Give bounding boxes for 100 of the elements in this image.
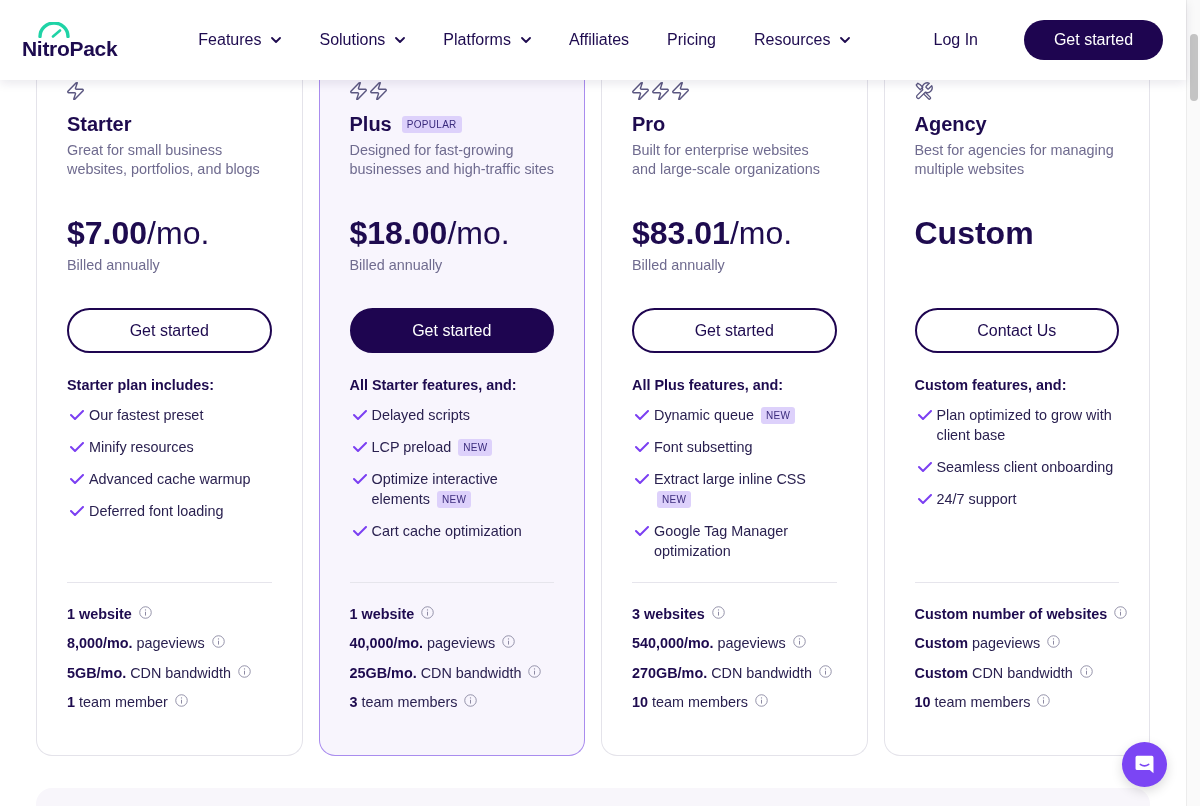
- get-started-button[interactable]: Get started: [1024, 20, 1163, 60]
- outline-cta-button[interactable]: Get started: [632, 308, 837, 353]
- stat-text: 1 website: [349, 604, 415, 624]
- feature-text: Dynamic queue NEW: [654, 405, 837, 425]
- feature-text: Google Tag Manager optimization: [654, 522, 790, 561]
- check-icon: [635, 410, 649, 420]
- stat-text: 1 team member: [67, 693, 168, 712]
- feature-text: Deferred font loading: [89, 502, 225, 521]
- billing-note: Billed annually: [349, 257, 443, 273]
- info-icon[interactable]: [1047, 635, 1061, 648]
- nav-link[interactable]: Affiliates: [568, 30, 630, 50]
- info-icon[interactable]: [464, 694, 478, 707]
- feature-text: Minify resources: [89, 438, 195, 457]
- check-icon: [917, 494, 932, 504]
- gauge-icon: [38, 21, 70, 38]
- info-icon[interactable]: [138, 605, 152, 619]
- features-heading: Starter plan includes:: [67, 376, 216, 394]
- plan-name: Agency: [914, 112, 987, 136]
- plan-price: $83.01/mo.: [632, 214, 794, 252]
- plan-name: Pro: [632, 112, 666, 136]
- plan-description: Great for small business websites, portfolios, and blogs: [67, 141, 261, 179]
- check-icon: [70, 442, 84, 452]
- info-icon[interactable]: [1114, 605, 1128, 619]
- stat-text: 10 team members: [914, 693, 1031, 712]
- info-icon[interactable]: [1037, 694, 1051, 707]
- lightning-bolt-icon: [369, 82, 387, 100]
- stat-text: 40,000/mo. pageviews: [349, 634, 496, 653]
- lightning-bolt-icon: [67, 82, 84, 100]
- stat-text: 3 websites: [632, 604, 705, 624]
- stat-text: 5GB/mo. CDN bandwidth: [67, 663, 231, 683]
- info-icon[interactable]: [1079, 664, 1093, 678]
- feature-text: 24/7 support: [936, 490, 1018, 509]
- check-icon: [635, 442, 649, 452]
- nav-menu-button[interactable]: Resources: [754, 30, 851, 50]
- stat-text: 1 website: [67, 604, 132, 624]
- lightning-bolt-icon: [652, 82, 669, 100]
- plan-price: $7.00/mo.: [67, 214, 211, 252]
- check-icon: [635, 474, 649, 484]
- info-icon[interactable]: [174, 694, 188, 707]
- stat-text: 270GB/mo. CDN bandwidth: [632, 663, 812, 683]
- outline-cta-button[interactable]: Contact Us: [914, 308, 1119, 353]
- info-icon[interactable]: [792, 635, 806, 648]
- info-icon[interactable]: [528, 664, 542, 678]
- check-icon: [70, 410, 84, 420]
- info-icon[interactable]: [711, 605, 725, 619]
- stat-text: Custom CDN bandwidth: [914, 663, 1073, 683]
- nav-menu-button[interactable]: Platforms: [443, 30, 531, 50]
- nav-menu-button[interactable]: Features: [198, 30, 282, 50]
- info-icon[interactable]: [819, 664, 832, 678]
- features-heading: Custom features, and:: [914, 376, 1068, 394]
- feature-text: Seamless client onboarding: [936, 458, 1115, 477]
- plan-name: Plus: [349, 112, 392, 136]
- stat-text: 10 team members: [632, 693, 748, 712]
- login-link[interactable]: Log In: [933, 31, 978, 49]
- outline-cta-button[interactable]: Get started: [67, 308, 272, 353]
- check-icon: [352, 442, 367, 452]
- check-icon: [917, 410, 932, 420]
- lightning-bolt-icon: [672, 82, 689, 100]
- nav-menu-button[interactable]: Solutions: [319, 30, 406, 50]
- billing-note: Billed annually: [67, 257, 160, 273]
- stat-text: 25GB/mo. CDN bandwidth: [349, 663, 522, 683]
- scrollbar-thumb[interactable]: [1190, 34, 1198, 101]
- stat-text: Custom number of websites: [914, 604, 1108, 624]
- stat-text: 540,000/mo. pageviews: [632, 634, 786, 653]
- plan-description: Designed for fast-growing businesses and high-traffic sites: [349, 141, 554, 179]
- info-icon[interactable]: [237, 664, 251, 678]
- plan-description: Built for enterprise websites and large-scale organizations: [632, 141, 821, 179]
- lightning-bolt-icon: [632, 82, 649, 100]
- stat-text: 8,000/mo. pageviews: [67, 634, 205, 653]
- nav-link[interactable]: Pricing: [667, 30, 716, 50]
- popular-badge: POPULAR: [401, 115, 462, 133]
- chat-button[interactable]: [1122, 742, 1167, 787]
- check-icon: [352, 474, 367, 484]
- info-icon[interactable]: [502, 635, 516, 648]
- plan-price: Custom: [914, 214, 1035, 252]
- stat-text: 3 team members: [349, 693, 458, 712]
- feature-text: Delayed scripts: [371, 406, 471, 425]
- feature-text: Plan optimized to grow with client base: [936, 406, 1113, 445]
- check-icon: [635, 526, 649, 536]
- check-icon: [70, 506, 84, 516]
- check-icon: [917, 462, 932, 472]
- billing-note: Billed annually: [632, 257, 725, 273]
- info-icon[interactable]: [211, 635, 225, 648]
- features-heading: All Plus features, and:: [632, 376, 785, 394]
- feature-text: Advanced cache warmup: [89, 470, 252, 489]
- features-heading: All Starter features, and:: [349, 376, 518, 394]
- logo-link[interactable]: NitroPack: [22, 21, 118, 59]
- info-icon[interactable]: [755, 694, 768, 707]
- feature-text: LCP preload NEW: [371, 437, 554, 457]
- check-icon: [352, 410, 367, 420]
- plan-name: Starter: [67, 112, 132, 136]
- lightning-bolt-icon: [349, 82, 367, 100]
- primary-cta-button[interactable]: Get started: [349, 308, 554, 353]
- info-icon[interactable]: [421, 605, 435, 619]
- feature-text: Extract large inline CSS NEW: [654, 469, 837, 509]
- chat-bubble-icon: [1135, 755, 1154, 774]
- scrollbar-track[interactable]: [1186, 0, 1200, 806]
- plan-description: Best for agencies for managing multiple websites: [914, 141, 1115, 179]
- feature-text: Font subsetting: [654, 438, 754, 457]
- check-icon: [70, 474, 84, 484]
